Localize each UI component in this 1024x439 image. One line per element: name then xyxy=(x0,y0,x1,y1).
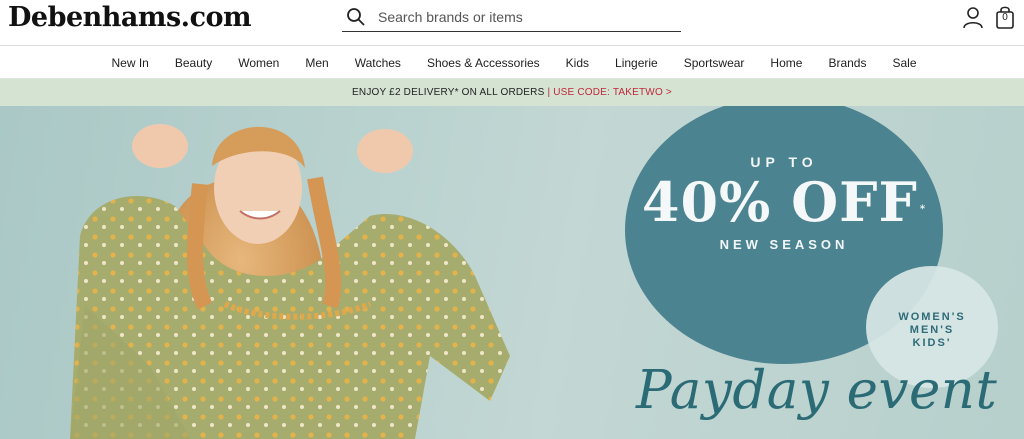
nav-item-men[interactable]: Men xyxy=(305,56,328,70)
audience-kids: KIDS' xyxy=(912,337,952,349)
search-icon[interactable] xyxy=(346,7,366,27)
nav-item-new-in[interactable]: New In xyxy=(111,56,148,70)
discount-asterisk: * xyxy=(919,204,927,215)
audience-text: WOMEN'S MEN'S KIDS' xyxy=(866,311,998,350)
offer-new-season-text: NEW SEASON xyxy=(719,237,849,252)
offer-discount-text: 40% OFF * xyxy=(625,172,943,232)
account-icon[interactable] xyxy=(961,5,985,29)
audience-women: WOMEN'S xyxy=(898,311,966,323)
nav-item-brands[interactable]: Brands xyxy=(828,56,866,70)
promo-banner[interactable]: ENJOY £2 DELIVERY* ON ALL ORDERS | USE C… xyxy=(0,79,1024,106)
offer-up-to-text: UP TO xyxy=(750,154,818,170)
hero-headline: Payday event xyxy=(636,360,998,421)
nav-item-beauty[interactable]: Beauty xyxy=(175,56,212,70)
nav-item-kids[interactable]: Kids xyxy=(566,56,589,70)
nav-item-home[interactable]: Home xyxy=(770,56,802,70)
promo-code-link[interactable]: | USE CODE: TAKETWO > xyxy=(547,87,672,98)
site-header: Debenhams.com 0 xyxy=(0,0,1024,46)
nav-item-watches[interactable]: Watches xyxy=(355,56,401,70)
nav-item-sportswear[interactable]: Sportswear xyxy=(684,56,745,70)
bag-count-badge: 0 xyxy=(1002,12,1008,23)
main-navigation: New In Beauty Women Men Watches Shoes & … xyxy=(0,46,1024,79)
search-bar[interactable] xyxy=(342,3,681,32)
nav-item-sale[interactable]: Sale xyxy=(892,56,916,70)
site-logo[interactable]: Debenhams.com xyxy=(8,2,252,33)
discount-value: 40% OFF xyxy=(641,170,918,234)
promo-text: ENJOY £2 DELIVERY* ON ALL ORDERS xyxy=(352,87,545,98)
nav-item-shoes-accessories[interactable]: Shoes & Accessories xyxy=(427,56,540,70)
nav-item-lingerie[interactable]: Lingerie xyxy=(615,56,658,70)
model-photo xyxy=(70,124,510,439)
audience-men: MEN'S xyxy=(909,324,955,336)
hero-banner[interactable]: UP TO 40% OFF * NEW SEASON WOMEN'S MEN'S … xyxy=(0,106,1024,439)
search-input[interactable] xyxy=(378,6,668,28)
shopping-bag-button[interactable]: 0 xyxy=(994,5,1016,29)
nav-item-women[interactable]: Women xyxy=(238,56,279,70)
